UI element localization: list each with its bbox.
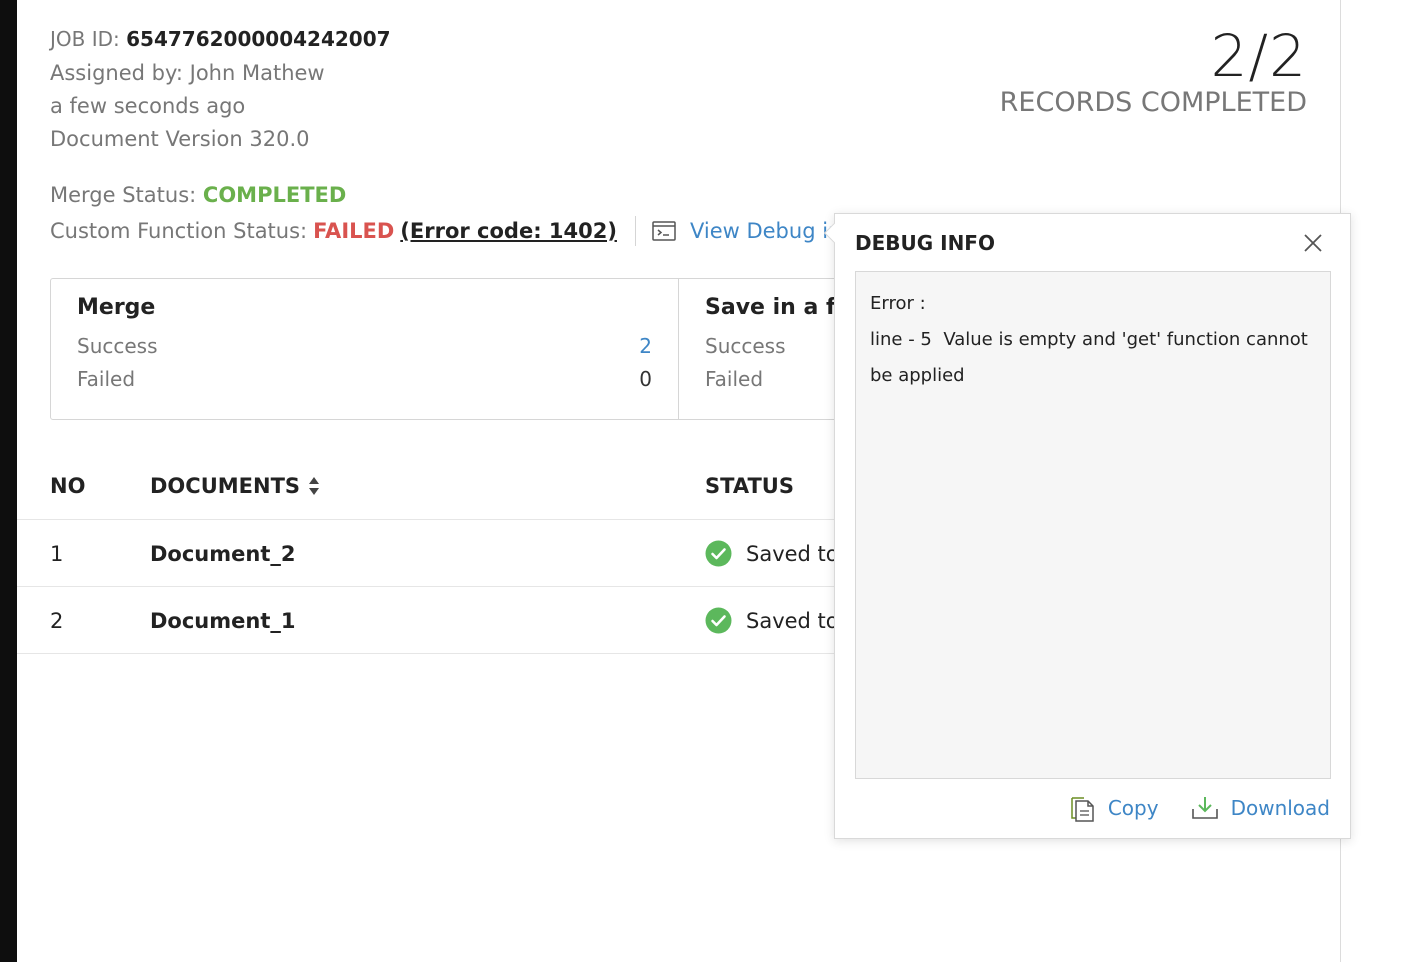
- debug-error-line-1: Error :: [870, 293, 926, 314]
- merge-failed-row: Failed 0: [77, 367, 652, 391]
- row-1-no: 1: [50, 542, 64, 566]
- job-id-value: 6547762000004242007: [126, 27, 391, 51]
- terminal-icon: [652, 221, 676, 241]
- check-circle-icon: [705, 540, 732, 567]
- debug-error-line-3: be applied: [870, 365, 965, 386]
- merge-success-row: Success 2: [77, 334, 652, 358]
- column-header-documents-label: DOCUMENTS: [150, 474, 301, 498]
- popup-actions: Copy Download: [1070, 794, 1330, 822]
- row-2-document[interactable]: Document_1: [150, 609, 295, 633]
- row-1-status: Saved to: [705, 540, 839, 567]
- left-dark-bar: [0, 0, 17, 962]
- save-failed-row: Failed: [705, 367, 823, 391]
- assigned-by-line: Assigned by: John Mathew: [50, 61, 325, 85]
- job-id-line: JOB ID: 6547762000004242007: [50, 27, 391, 51]
- error-code-link[interactable]: (Error code: 1402): [400, 219, 617, 243]
- merge-failed-label: Failed: [77, 367, 136, 391]
- merge-success-value[interactable]: 2: [639, 334, 652, 358]
- sort-icon[interactable]: [308, 476, 320, 496]
- merge-stats-title: Merge: [77, 295, 156, 320]
- copy-icon: [1071, 797, 1094, 822]
- save-failed-label: Failed: [705, 367, 764, 391]
- save-success-label: Success: [705, 334, 786, 358]
- row-1-status-text: Saved to: [746, 541, 839, 566]
- merge-status-line: Merge Status: COMPLETED: [50, 183, 346, 207]
- download-label: Download: [1230, 796, 1330, 820]
- copy-label: Copy: [1107, 796, 1159, 820]
- column-header-no: NO: [50, 474, 86, 498]
- merge-status-label: Merge Status:: [50, 183, 197, 207]
- debug-info-content: Error : line - 5 Value is empty and 'get…: [855, 271, 1331, 779]
- table-row-divider: [17, 653, 837, 654]
- row-2-status-text: Saved to: [746, 608, 839, 633]
- debug-info-popup: DEBUG INFO Error : line - 5 Value is emp…: [824, 213, 1351, 839]
- save-folder-stats-title: Save in a folder: [705, 295, 849, 320]
- download-button[interactable]: Download: [1191, 795, 1330, 821]
- close-icon[interactable]: [1302, 232, 1324, 254]
- assigned-by-label: Assigned by:: [50, 61, 183, 85]
- merge-failed-value: 0: [639, 367, 652, 391]
- check-circle-icon: [705, 607, 732, 634]
- divider: [634, 216, 636, 246]
- cf-status-label: Custom Function Status:: [50, 219, 308, 243]
- merge-stats: Merge Success 2 Failed 0: [51, 279, 679, 419]
- row-1-document[interactable]: Document_2: [150, 542, 295, 566]
- assigned-by-value: John Mathew: [189, 61, 325, 85]
- column-header-documents[interactable]: DOCUMENTS: [150, 474, 320, 498]
- document-version-line: Document Version 320.0: [50, 127, 310, 151]
- document-version-value: 320.0: [249, 127, 310, 151]
- records-count: 2/2: [1210, 22, 1307, 90]
- debug-info-title: DEBUG INFO: [855, 231, 995, 255]
- table-row-divider: [17, 586, 837, 587]
- time-ago: a few seconds ago: [50, 94, 246, 118]
- table-header-divider: [17, 519, 837, 520]
- row-2-status: Saved to: [705, 607, 839, 634]
- save-success-row: Success: [705, 334, 823, 358]
- stats-summary-box: Merge Success 2 Failed 0 Save in a folde…: [50, 278, 850, 420]
- job-id-label: JOB ID:: [50, 27, 120, 51]
- document-version-label: Document Version: [50, 127, 243, 151]
- column-header-status: STATUS: [705, 474, 794, 498]
- records-completed-label: RECORDS COMPLETED: [999, 87, 1307, 118]
- merge-status-value: COMPLETED: [202, 183, 347, 207]
- save-folder-stats: Save in a folder Success Failed: [679, 279, 849, 419]
- debug-error-line-2: line - 5 Value is empty and 'get' functi…: [870, 329, 1308, 350]
- row-2-no: 2: [50, 609, 64, 633]
- merge-success-label: Success: [77, 334, 158, 358]
- cf-status-value: FAILED: [313, 219, 395, 243]
- download-icon: [1191, 797, 1218, 819]
- copy-button[interactable]: Copy: [1070, 794, 1159, 822]
- custom-function-status-line: Custom Function Status: FAILED (Error co…: [50, 216, 862, 246]
